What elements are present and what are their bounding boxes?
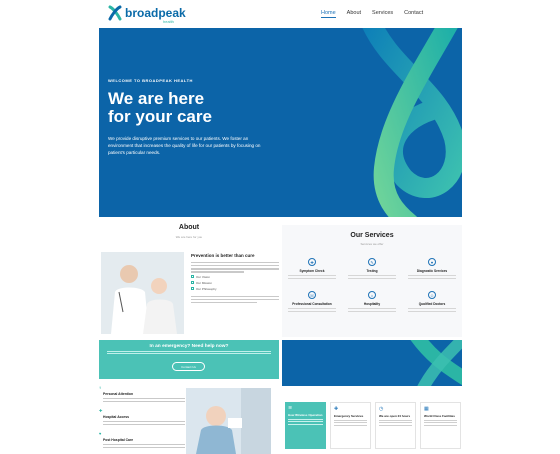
building-icon: ▦ — [424, 406, 429, 412]
checkbox-icon — [191, 275, 194, 279]
feature-title: Post Hospital Care — [103, 437, 134, 442]
nav-link-services[interactable]: Services — [372, 10, 393, 18]
services-subtitle: Services we offer — [360, 242, 384, 246]
about-title: About — [178, 224, 200, 231]
doctor-illustration-icon — [101, 252, 184, 334]
service-label: Testing — [366, 269, 378, 273]
brand-logo[interactable]: broadpeak health — [108, 5, 186, 24]
brand-logo-icon — [108, 5, 122, 21]
nav-link-contact[interactable]: Contact — [404, 10, 423, 18]
clinic-image — [186, 388, 271, 454]
about-subtitle: We are here for you — [175, 235, 203, 239]
service-symptom-check[interactable]: ✚ Symptom Check — [282, 258, 342, 281]
nav-links: Home About Services Contact — [321, 10, 423, 18]
ambulance-icon: ✚ — [334, 406, 339, 412]
doctor-icon: ☺ — [428, 291, 436, 299]
features-list: ⚕ Personal Attention ✚ Hospital Access ♥… — [99, 385, 185, 454]
card-title: We are open 24 hours — [379, 414, 411, 418]
check-label: Our Vision — [196, 274, 210, 279]
stethoscope-icon: ✚ — [308, 258, 316, 266]
service-testing[interactable]: ✎ Testing — [342, 258, 402, 281]
text-line — [191, 268, 279, 270]
card-title: How Wireless Operation — [288, 413, 323, 417]
service-qualified-doctors[interactable]: ☺ Qualified Doctors — [402, 291, 462, 314]
about-heading: Prevention is better than cure — [191, 253, 255, 258]
check-item-mission: Our Mission — [191, 281, 279, 285]
wifi-icon: ≋ — [288, 405, 293, 411]
service-label: Diagnostic Services — [416, 269, 448, 273]
checkbox-icon — [191, 281, 194, 285]
service-diagnostic[interactable]: ♥ Diagnostic Services — [402, 258, 462, 281]
about-content: Prevention is better than cure Our Visio… — [191, 253, 279, 305]
care-icon: ♥ — [99, 430, 102, 436]
user-icon: ⚕ — [99, 385, 102, 390]
syringe-icon: ✎ — [368, 258, 376, 266]
feature-title: Hospital Access — [103, 414, 130, 419]
top-navbar: broadpeak health Home About Services Con… — [0, 0, 560, 28]
emergency-banner: In an emergency? Need help now? Contact … — [99, 340, 279, 379]
brand-subtitle: health — [163, 19, 174, 24]
ribbon-graphic — [410, 340, 462, 386]
heartbeat-icon: ♥ — [428, 258, 436, 266]
text-line — [191, 265, 279, 267]
hero-ribbon-graphic — [362, 28, 462, 217]
card-world-class-facilities[interactable]: ▦ World Class Facilities — [420, 402, 461, 449]
hero-description: We provide disruptive premium services t… — [108, 136, 261, 155]
nav-link-about[interactable]: About — [347, 10, 361, 18]
checkbox-icon — [191, 287, 194, 291]
service-consultation[interactable]: ☏ Professional Consultation — [282, 291, 342, 314]
card-open-24-hours[interactable]: ◷ We are open 24 hours — [375, 402, 416, 449]
info-cards: ≋ How Wireless Operation ✚ Emergency Ser… — [285, 402, 461, 449]
feature-personal-attention: ⚕ Personal Attention — [99, 385, 185, 402]
text-line — [191, 295, 279, 298]
secondary-banner — [282, 340, 462, 386]
hero-title-line-1: We are here — [108, 89, 205, 108]
check-label: Our Mission — [196, 280, 213, 285]
services-section: Our Services Services we offer ✚ Symptom… — [282, 225, 462, 337]
medical-scene-icon — [186, 388, 271, 454]
service-label: Professional Consultation — [292, 302, 332, 306]
services-title: Our Services — [350, 232, 394, 239]
card-wireless-operation[interactable]: ≋ How Wireless Operation — [285, 402, 326, 449]
brand-name: broadpeak — [125, 6, 186, 20]
check-label: Our Philosophy — [196, 286, 217, 291]
card-emergency-services[interactable]: ✚ Emergency Services — [330, 402, 371, 449]
emergency-title: In an emergency? Need help now? — [149, 344, 229, 349]
hero-tagline: WELCOME TO BROADPEAK HEALTH — [108, 78, 193, 83]
hospital-icon: ⌂ — [368, 291, 376, 299]
contact-us-button[interactable]: Contact Us — [172, 362, 205, 371]
card-title: World Class Facilities — [424, 414, 455, 418]
text-line — [191, 271, 244, 273]
hero-banner: WELCOME TO BROADPEAK HEALTH We are here … — [99, 28, 462, 217]
text-line — [191, 262, 279, 264]
clock-icon: ◷ — [379, 406, 384, 412]
about-section: About We are here for you Prevention is … — [99, 222, 279, 337]
hospital-icon: ✚ — [99, 407, 103, 413]
feature-post-hospital-care: ♥ Post Hospital Care — [99, 431, 185, 448]
card-title: Emergency Services — [334, 414, 364, 418]
service-label: Hospitality — [363, 302, 381, 306]
text-line — [191, 298, 279, 301]
hero-title: We are here for your care — [108, 90, 212, 126]
text-line — [191, 301, 257, 304]
check-item-vision: Our Vision — [191, 275, 279, 279]
service-label: Qualified Doctors — [418, 302, 446, 306]
chat-icon: ☏ — [308, 291, 316, 299]
emergency-text — [107, 350, 271, 355]
hero-title-line-2: for your care — [108, 107, 212, 126]
service-hospitality[interactable]: ⌂ Hospitality — [342, 291, 402, 314]
feature-title: Personal Attention — [103, 392, 134, 396]
nav-link-home[interactable]: Home — [321, 10, 336, 18]
doctor-patient-image — [101, 252, 184, 334]
feature-hospital-access: ✚ Hospital Access — [99, 408, 185, 425]
service-label: Symptom Check — [299, 269, 325, 273]
